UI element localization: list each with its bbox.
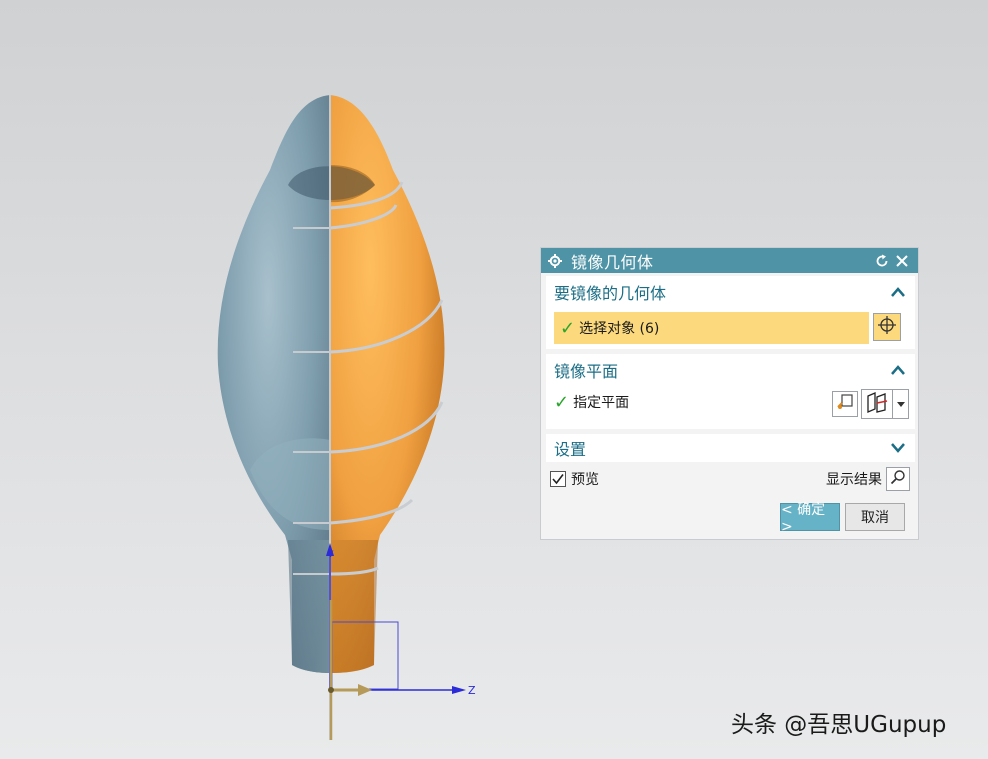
show-result-label: 显示结果 (826, 472, 882, 488)
settings-section: 设置 (546, 434, 915, 462)
magnifier-icon (890, 469, 906, 489)
mirror-plane-section: 镜像平面 ✓ 指定平面 (546, 354, 915, 429)
select-object-label: 选择对象 (6) (579, 321, 660, 337)
settings-section-header[interactable]: 设置 (546, 434, 915, 462)
preview-checkbox[interactable] (550, 471, 566, 487)
geometry-section-label: 要镜像的几何体 (554, 284, 667, 303)
z-axis-arrow (452, 686, 466, 694)
chevron-up-icon[interactable] (889, 283, 907, 301)
select-object-row[interactable]: ✓ 选择对象 (6) (554, 312, 869, 344)
settings-section-label: 设置 (554, 440, 587, 459)
gear-icon[interactable] (547, 253, 563, 269)
geometry-section-header[interactable]: 要镜像的几何体 (546, 276, 915, 308)
chevron-down-icon[interactable] (889, 439, 907, 457)
chevron-up-icon[interactable] (889, 361, 907, 379)
watermark-text: 头条 @吾思UGupup (731, 712, 947, 738)
chevron-down-icon (896, 396, 905, 412)
wcs-origin (328, 687, 334, 693)
geometry-to-mirror-section: 要镜像的几何体 ✓ 选择对象 (6) (546, 276, 915, 349)
dialog-titlebar[interactable]: 镜像几何体 (541, 248, 918, 273)
plane-dropdown-button[interactable] (893, 389, 909, 419)
plane-section-label: 镜像平面 (554, 362, 619, 381)
specify-plane-label: 指定平面 (573, 395, 630, 411)
plane-select-icon (836, 393, 854, 415)
mirror-geometry-dialog: 镜像几何体 要镜像的几何体 ✓ 选择对象 (6) 镜像平面 ✓ 指定平面 设置 … (540, 247, 919, 540)
check-icon: ✓ (560, 317, 576, 339)
ok-button[interactable]: < 确定 > (780, 502, 840, 535)
select-object-button[interactable] (873, 313, 901, 341)
crosshair-icon (877, 315, 897, 339)
z-axis-label: Z (468, 684, 476, 697)
show-result-button[interactable] (886, 467, 910, 491)
action-buttons: < 确定 > 取消 (550, 502, 910, 535)
plane-dialog-icon (865, 391, 889, 417)
dialog-title: 镜像几何体 (571, 252, 654, 272)
plane-select-button[interactable] (832, 391, 858, 417)
preview-label: 预览 (571, 472, 599, 488)
check-icon: ✓ (554, 391, 570, 413)
neck-left-shade (288, 540, 330, 673)
plane-dialog-button[interactable] (861, 389, 893, 419)
wcs-arrow (358, 684, 372, 696)
cancel-button[interactable]: 取消 (845, 503, 905, 531)
y-axis-label: Y (327, 550, 334, 560)
preview-row: 预览 显示结果 (550, 466, 910, 492)
plane-section-header[interactable]: 镜像平面 (546, 354, 915, 386)
specify-plane-row[interactable]: ✓ 指定平面 (546, 386, 915, 419)
neck-right-shade (330, 540, 378, 673)
reset-icon[interactable] (872, 251, 892, 271)
close-icon[interactable] (892, 251, 912, 271)
